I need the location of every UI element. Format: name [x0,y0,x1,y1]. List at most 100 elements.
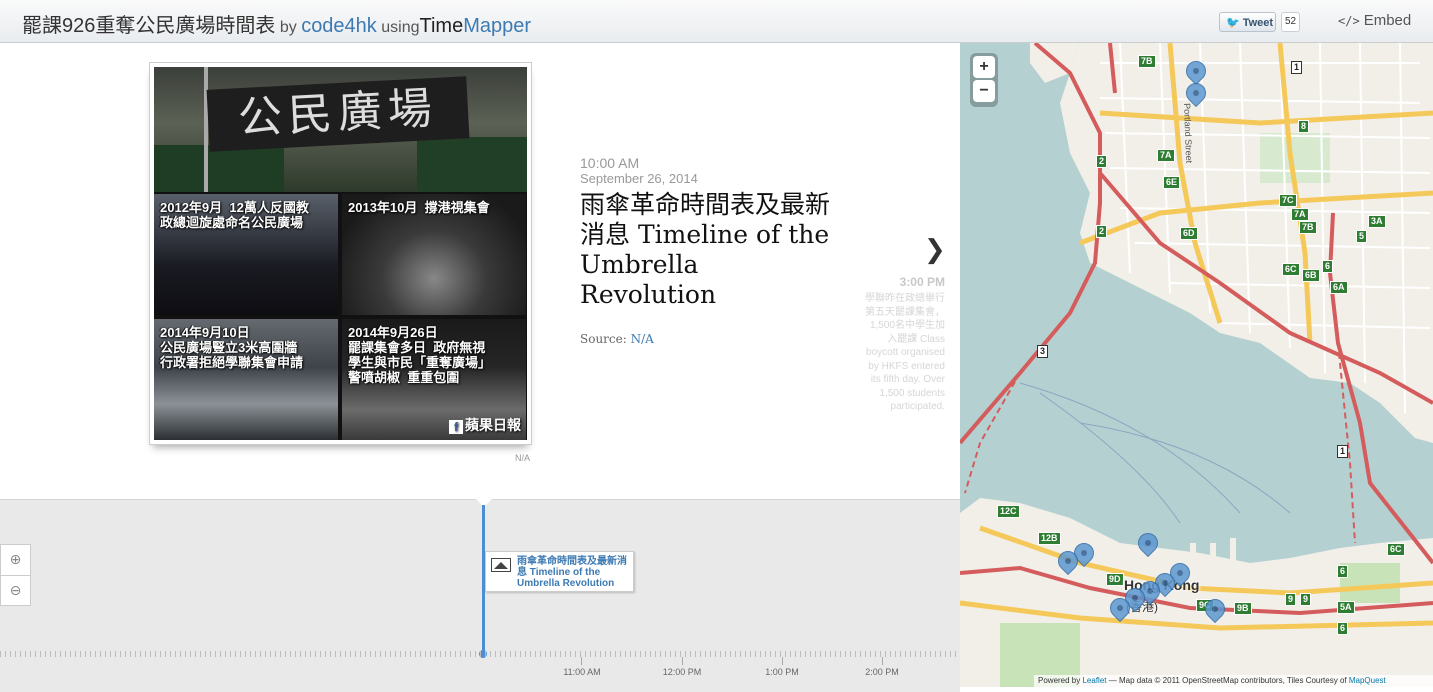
twitter-bird-icon: 🐦 [1226,17,1240,29]
slide-panel: 公民廣場 2012年9月 12萬人反國教 政總迴旋處命名公民廣場 2013年10… [0,43,960,499]
route-shield: 7B [1299,221,1317,234]
photo-cell-2014-sep-26: 2014年9月26日 罷課集會多日 政府無視 學生與市民「重奪廣場」 警噴胡椒 … [342,319,526,440]
timeline-title[interactable]: 罷課926重奪公民廣場時間表 [22,15,275,37]
timemapper-link-part1[interactable]: Time [420,15,464,37]
brand-title: 罷課926重奪公民廣場時間表 by code4hk usingTimeMappe… [22,9,531,38]
photo-pole [204,67,208,192]
ferry-routes [1019,382,1291,524]
timeline-zoom-out-icon[interactable]: ⊖ [0,575,31,606]
slide-title: 雨傘革命時間表及最新消息 Timeline of the Umbrella Re… [580,190,831,309]
route-shield: 12C [997,505,1020,518]
tick-label: 11:00 AM [563,667,601,677]
route-shield: 1 [1291,61,1303,74]
street-label: Portland Street [1182,103,1195,164]
photo-caption: 2014年9月10日 公民廣場豎立3米高圍牆 行政署拒絕學聯集會申請 [160,325,304,370]
photo-cell-2013: 2013年10月 撐港視集會 [342,194,526,315]
route-shield: 9 [1285,593,1297,606]
route-shield: 5 [1356,230,1368,243]
using-label: using [381,19,420,36]
slide-time: 10:00 AM [580,155,640,171]
code-icon: </> [1338,14,1360,28]
route-shield: 6B [1302,269,1320,282]
source-link[interactable]: N/A [631,332,654,346]
route-shield: 6E [1163,176,1181,189]
route-shield: 9B [1234,602,1252,615]
next-slide-chevron-icon[interactable]: ❯ [924,234,946,265]
slide-date: September 26, 2014 [580,171,698,186]
photo-banner-section: 公民廣場 [154,67,527,192]
apple-daily-watermark: f 蘋果日報 [449,415,521,435]
route-shield: 6C [1387,543,1405,556]
map-panel[interactable]: + − 7B 1 2 7A 6E 8 7C 7A 7B 6D 3A 2 5 6C… [960,43,1433,687]
route-shield: 7A [1291,208,1309,221]
route-shield: 6 [1337,622,1349,635]
photo-caption: 2012年9月 12萬人反國教 政總迴旋處命名公民廣場 [160,200,309,230]
map-zoom-out-button[interactable]: − [973,80,995,102]
source-label: Source: [580,332,627,346]
tick-label: 12:00 PM [662,667,702,677]
timemapper-link-part2[interactable]: Mapper [463,15,531,37]
tick-label: 1:00 PM [765,667,799,677]
image-icon [491,558,511,572]
photo-tent [154,145,284,192]
route-shield: 9 [1300,593,1312,606]
app-header: 罷課926重奪公民廣場時間表 by code4hk usingTimeMappe… [0,0,1433,43]
tweet-button[interactable]: 🐦 Tweet [1219,12,1276,32]
park-area [1340,563,1400,603]
route-shield: 5A [1337,601,1355,614]
slide-photo-frame: 公民廣場 2012年9月 12萬人反國教 政總迴旋處命名公民廣場 2013年10… [149,62,532,445]
route-shield: 2 [1096,155,1108,168]
map-zoom-control: + − [970,53,998,107]
author-link[interactable]: code4hk [301,15,377,37]
facebook-icon: f [449,420,463,434]
route-shield: 7B [1138,55,1156,68]
timeline-ruler [0,651,960,657]
tick-label: 2:00 PM [865,667,899,677]
marker-title: 雨傘革命時間表及最新消息 Timeline of the Umbrella Re… [517,556,627,589]
photo-credit: N/A [515,453,531,463]
route-shield: 6C [1282,263,1300,276]
route-shield: 9D [1106,573,1124,586]
route-shield: 6A [1330,281,1348,294]
embed-button[interactable]: </> Embed [1338,12,1411,29]
photo-caption: 2013年10月 撐港視集會 [348,200,490,215]
timeline-marker-flag[interactable]: 雨傘革命時間表及最新消息 Timeline of the Umbrella Re… [485,551,634,592]
route-shield: 6D [1180,227,1198,240]
map-attribution: Powered by Leaflet — Map data © 2011 Ope… [1034,675,1433,687]
map-zoom-in-button[interactable]: + [973,56,995,78]
next-slide-time[interactable]: 3:00 PM [860,275,945,289]
major-tick [682,657,683,665]
tweet-count: 52 [1281,12,1300,32]
attribution-prefix: Powered by [1038,676,1081,685]
next-slide-preview[interactable]: 學聯昨在政總舉行第五天罷課集會，1,500名中學生加入罷課 Class boyc… [860,292,945,414]
mapquest-link[interactable]: MapQuest [1349,676,1386,685]
leaflet-link[interactable]: Leaflet [1082,676,1106,685]
route-shield: 12B [1038,532,1061,545]
timeline-zoom-in-icon[interactable]: ⊕ [0,544,31,575]
route-shield: 7A [1157,149,1175,162]
route-shield: 8 [1298,120,1310,133]
route-shield: 3A [1368,215,1386,228]
slide-photo: 公民廣場 2012年9月 12萬人反國教 政總迴旋處命名公民廣場 2013年10… [154,67,527,440]
major-tick [782,657,783,665]
route-shield: 3 [1037,345,1049,358]
watermark-text: 蘋果日報 [465,417,521,433]
major-tick [882,657,883,665]
route-shield: 2 [1096,225,1108,238]
photo-caption: 2014年9月26日 罷課集會多日 政府無視 學生與市民「重奪廣場」 警噴胡椒 … [348,325,492,385]
major-tick [581,657,582,665]
route-shield: 7C [1279,194,1297,207]
photo-cell-2012: 2012年9月 12萬人反國教 政總迴旋處命名公民廣場 [154,194,338,315]
embed-label: Embed [1363,12,1412,29]
slide-source: Source: N/A [580,332,654,346]
photo-cell-2014-sep-10: 2014年9月10日 公民廣場豎立3米高圍牆 行政署拒絕學聯集會申請 [154,319,338,440]
timeline-navigator[interactable]: ⊕ ⊖ 雨傘革命時間表及最新消息 Timeline of the Umbrell… [0,499,960,692]
route-shield: 6 [1337,565,1349,578]
by-label: by [279,19,297,36]
route-shield: 1 [1337,445,1349,458]
tunnel [964,372,1021,494]
route-shield: 6 [1322,260,1334,273]
photo-tent-right [417,137,527,192]
tweet-label: Tweet [1242,17,1274,29]
attribution-text: — Map data © 2011 OpenStreetMap contribu… [1108,676,1347,685]
